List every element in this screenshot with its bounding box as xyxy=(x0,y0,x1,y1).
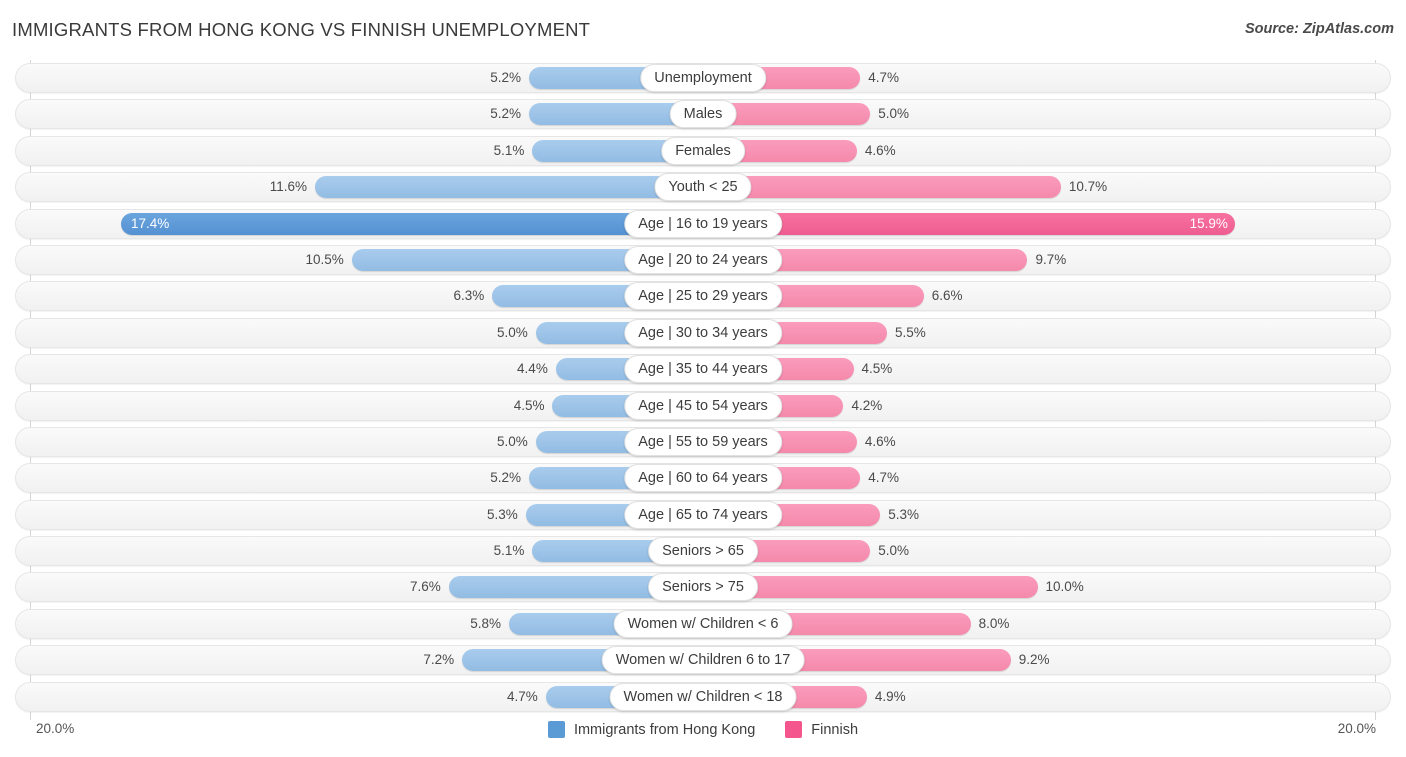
category-label: Age | 65 to 74 years xyxy=(624,500,782,529)
chart-header: IMMIGRANTS FROM HONG KONG VS FINNISH UNE… xyxy=(0,0,1406,60)
value-label-right: 15.9% xyxy=(1189,215,1228,231)
value-label-right: 5.3% xyxy=(888,506,920,522)
category-label: Age | 16 to 19 years xyxy=(624,209,782,238)
value-label-left: 7.2% xyxy=(423,652,455,668)
legend-swatch-icon xyxy=(547,721,565,738)
bar-right xyxy=(703,176,1061,199)
chart-row: 11.6% 10.7% Youth < 25 xyxy=(12,169,1394,205)
value-label-right: 5.0% xyxy=(878,106,910,122)
legend-label: Immigrants from Hong Kong xyxy=(573,721,756,738)
category-label: Seniors > 65 xyxy=(648,537,758,566)
value-label-right: 4.7% xyxy=(868,470,899,486)
value-label-left: 7.6% xyxy=(410,579,441,595)
category-label: Age | 45 to 54 years xyxy=(624,391,782,420)
legend-swatch-icon xyxy=(785,721,803,738)
value-label-right: 4.7% xyxy=(868,70,899,85)
chart-row: 10.5% 9.7% Age | 20 to 24 years xyxy=(12,242,1394,278)
value-label-right: 4.2% xyxy=(851,397,883,413)
value-label-right: 5.5% xyxy=(894,324,926,340)
value-label-left: 5.8% xyxy=(470,615,501,631)
value-label-right: 8.0% xyxy=(978,615,1010,631)
chart-row: 5.2% 5.0% Males xyxy=(12,96,1394,132)
category-label: Women w/ Children < 18 xyxy=(609,682,797,711)
chart-row: 5.0% 4.6% Age | 55 to 59 years xyxy=(12,424,1394,460)
value-label-right: 4.6% xyxy=(864,142,896,158)
value-label-left: 5.0% xyxy=(496,433,528,449)
category-label: Unemployment xyxy=(640,64,766,92)
chart-row: 4.7% 4.9% Women w/ Children < 18 xyxy=(12,679,1394,715)
legend-label: Finnish xyxy=(811,721,859,738)
value-label-left: 4.5% xyxy=(513,397,545,413)
chart-row: 6.3% 6.6% Age | 25 to 29 years xyxy=(12,278,1394,314)
chart-row: 7.2% 9.2% Women w/ Children 6 to 17 xyxy=(12,642,1394,678)
bar-left xyxy=(120,212,703,235)
value-label-right: 10.0% xyxy=(1045,579,1084,595)
chart-row: 5.8% 8.0% Women w/ Children < 6 xyxy=(12,606,1394,642)
category-label: Women w/ Children 6 to 17 xyxy=(601,646,805,675)
category-label: Age | 35 to 44 years xyxy=(624,355,782,384)
value-label-left: 5.1% xyxy=(493,142,525,158)
chart-row: 4.5% 4.2% Age | 45 to 54 years xyxy=(12,388,1394,424)
value-label-right: 10.7% xyxy=(1068,179,1108,195)
value-label-right: 9.7% xyxy=(1035,251,1067,267)
value-label-left: 5.3% xyxy=(486,506,518,522)
chart-row: 5.3% 5.3% Age | 65 to 74 years xyxy=(12,497,1394,533)
legend-item[interactable]: Finnish xyxy=(785,721,858,738)
value-label-left: 10.5% xyxy=(305,251,344,267)
chart-row: 5.2% 4.7% Unemployment xyxy=(12,60,1394,96)
chart-plot-area: 5.2% 4.7% Unemployment 5.2% 5.0% Males 5.1% 4.6… xyxy=(12,60,1394,720)
value-label-right: 4.5% xyxy=(861,361,893,377)
bar-right xyxy=(703,212,1235,235)
value-label-right: 4.6% xyxy=(864,433,896,449)
bar-left xyxy=(314,176,703,199)
legend-item[interactable]: Immigrants from Hong Kong xyxy=(547,721,756,738)
category-label: Females xyxy=(661,136,745,165)
category-label: Males xyxy=(669,100,737,129)
value-label-left: 5.1% xyxy=(493,543,525,559)
chart-row: 5.0% 5.5% Age | 30 to 34 years xyxy=(12,315,1394,351)
chart-row: 5.2% 4.7% Age | 60 to 64 years xyxy=(12,460,1394,496)
value-label-left: 4.4% xyxy=(517,361,548,377)
category-label: Age | 55 to 59 years xyxy=(624,427,782,456)
value-label-right: 9.2% xyxy=(1018,652,1050,668)
chart-row: 5.1% 4.6% Females xyxy=(12,133,1394,169)
value-label-left: 17.4% xyxy=(130,215,170,231)
category-label: Age | 20 to 24 years xyxy=(624,245,782,274)
value-label-left: 5.0% xyxy=(496,324,528,340)
category-label: Seniors > 75 xyxy=(648,573,758,602)
value-label-left: 5.2% xyxy=(490,470,522,486)
category-label: Age | 25 to 29 years xyxy=(624,282,782,311)
value-label-left: 5.2% xyxy=(490,106,522,122)
value-label-right: 6.6% xyxy=(931,288,963,304)
category-label: Age | 30 to 34 years xyxy=(624,318,782,347)
value-label-right: 4.9% xyxy=(874,688,906,704)
source-attribution: Source: ZipAtlas.com xyxy=(1244,21,1394,37)
category-label: Age | 60 to 64 years xyxy=(624,464,782,493)
value-label-left: 6.3% xyxy=(453,288,485,304)
page-title: IMMIGRANTS FROM HONG KONG VS FINNISH UNE… xyxy=(12,19,591,40)
category-label: Youth < 25 xyxy=(654,173,752,202)
chart-row: 17.4% 15.9% Age | 16 to 19 years xyxy=(12,206,1394,242)
chart-footer: 20.0% 20.0% Immigrants from Hong Kong Fin… xyxy=(12,718,1394,752)
value-label-left: 4.7% xyxy=(507,688,538,704)
chart-root: IMMIGRANTS FROM HONG KONG VS FINNISH UNE… xyxy=(0,0,1406,757)
chart-legend: Immigrants from Hong Kong Finnish xyxy=(12,721,1394,738)
value-label-left: 11.6% xyxy=(269,179,307,195)
value-label-right: 5.0% xyxy=(878,543,910,559)
category-label: Women w/ Children < 6 xyxy=(613,609,793,638)
value-label-left: 5.2% xyxy=(490,70,522,85)
chart-row: 4.4% 4.5% Age | 35 to 44 years xyxy=(12,351,1394,387)
chart-row: 5.1% 5.0% Seniors > 65 xyxy=(12,533,1394,569)
chart-row: 7.6% 10.0% Seniors > 75 xyxy=(12,569,1394,605)
